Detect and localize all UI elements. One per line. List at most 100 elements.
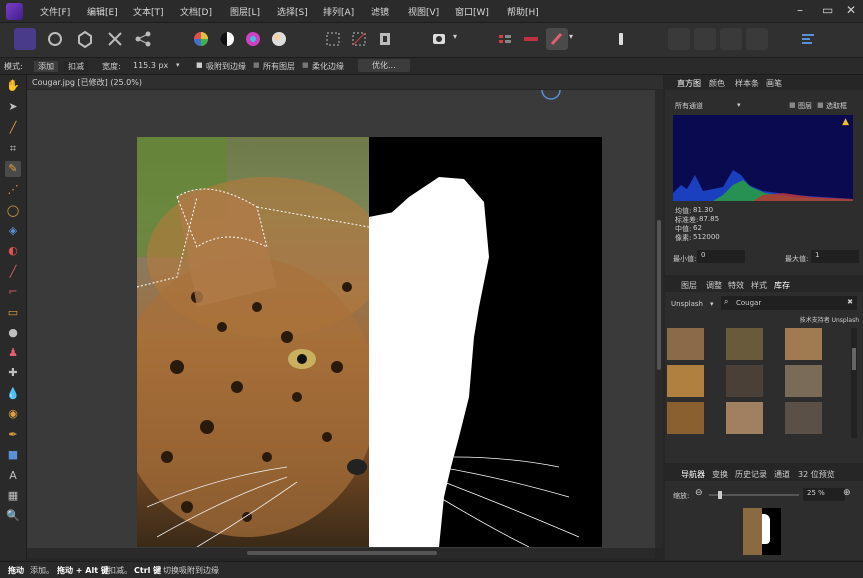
maximize-icon[interactable]: ▭: [822, 3, 833, 17]
chevron-down-icon[interactable]: ▾: [737, 101, 741, 109]
menu-file[interactable]: 文件[F]: [40, 5, 70, 18]
chevron-down-icon[interactable]: ▾: [569, 32, 573, 41]
quick-mask-icon[interactable]: [428, 28, 450, 50]
menu-text[interactable]: 文本[T]: [133, 5, 164, 18]
hand-tool-icon[interactable]: ✋: [5, 78, 21, 94]
black-white-icon[interactable]: [216, 28, 238, 50]
tone-mapping-persona-icon[interactable]: [104, 28, 126, 50]
tab-brushes[interactable]: 画笔: [766, 78, 782, 89]
mode-add-button[interactable]: 添加: [34, 61, 58, 72]
tab-styles[interactable]: 样式: [751, 280, 767, 291]
selection-brush-tool-icon[interactable]: ✎: [5, 161, 21, 177]
pen-tool-icon[interactable]: ✒: [5, 427, 21, 443]
channel-select[interactable]: 所有通道: [675, 101, 703, 111]
snap-edges-checkbox[interactable]: ■: [196, 61, 203, 69]
tab-effects[interactable]: 特效: [728, 280, 744, 291]
deselect-icon[interactable]: [348, 28, 370, 50]
menu-filters[interactable]: 滤镜: [371, 5, 389, 18]
stock-thumbnail[interactable]: [785, 328, 822, 360]
document-tab[interactable]: Cougar.jpg [已修改] (25.0%): [27, 75, 663, 89]
zoom-slider-thumb[interactable]: [718, 491, 722, 499]
stock-thumbnail[interactable]: [785, 365, 822, 397]
menu-arrange[interactable]: 排列[A]: [323, 5, 354, 18]
stock-source-select[interactable]: Unsplash: [671, 300, 703, 308]
liquify-persona-icon[interactable]: [44, 28, 66, 50]
tab-stock[interactable]: 库存: [774, 280, 790, 291]
stock-scrollbar[interactable]: [851, 328, 857, 438]
horizontal-scroll-thumb[interactable]: [247, 551, 437, 555]
brush-mode-icon[interactable]: [546, 28, 568, 50]
shape-tool-icon[interactable]: ■: [5, 447, 21, 463]
menu-window[interactable]: 窗口[W]: [455, 5, 489, 18]
chevron-down-icon[interactable]: ▾: [176, 61, 180, 69]
layer-checkbox[interactable]: ■: [789, 101, 796, 109]
tab-32bit-preview[interactable]: 32 位预览: [798, 469, 835, 480]
paint-brush-tool-icon[interactable]: ╱: [5, 264, 21, 280]
marquee-select-icon[interactable]: [322, 28, 344, 50]
vertical-scrollbar[interactable]: [655, 90, 663, 548]
refine-button[interactable]: 优化...: [358, 59, 410, 72]
horizontal-scrollbar[interactable]: [27, 548, 655, 558]
color-wheel-icon[interactable]: [190, 28, 212, 50]
close-icon[interactable]: ✕: [846, 3, 856, 17]
stock-thumbnail[interactable]: [785, 402, 822, 434]
red-eye-tool-icon[interactable]: ◉: [5, 406, 21, 422]
gradient-tool-icon[interactable]: ◐: [5, 243, 21, 259]
stock-search-input[interactable]: Cougar: [736, 299, 761, 307]
cougar-photo[interactable]: [137, 137, 602, 547]
tab-layers[interactable]: 图层: [681, 280, 697, 291]
minimize-icon[interactable]: –: [797, 3, 803, 17]
zoom-slider[interactable]: [709, 491, 799, 499]
freehand-select-tool-icon[interactable]: ◯: [5, 203, 21, 219]
channel-toggle-icon[interactable]: [520, 28, 542, 50]
hsl-icon[interactable]: [242, 28, 264, 50]
studio-panel-icon[interactable]: [797, 28, 819, 50]
tab-history[interactable]: 历史记录: [735, 469, 767, 480]
tab-adjustments[interactable]: 调整: [706, 280, 722, 291]
invert-selection-icon[interactable]: [374, 28, 396, 50]
pixel-tool-icon[interactable]: ⌐: [5, 284, 21, 300]
erase-tool-icon[interactable]: ▭: [5, 305, 21, 321]
color-picker-tool-icon[interactable]: ╱: [5, 120, 21, 136]
stock-thumbnail[interactable]: [667, 402, 704, 434]
stock-thumbnail[interactable]: [667, 365, 704, 397]
fill-tool-icon[interactable]: ◈: [5, 223, 21, 239]
menu-layer[interactable]: 图层[L]: [230, 5, 260, 18]
min-input[interactable]: 0: [697, 250, 745, 263]
navigator-preview[interactable]: [743, 508, 781, 555]
menu-help[interactable]: 帮助[H]: [507, 5, 539, 18]
tab-navigator[interactable]: 导航器: [681, 469, 705, 480]
crop-tool-icon[interactable]: ⌗: [5, 141, 21, 157]
vertical-scroll-thumb[interactable]: [657, 220, 661, 370]
stock-thumbnail[interactable]: [726, 402, 763, 434]
dodge-tool-icon[interactable]: ●: [5, 325, 21, 341]
rgb-channel-icon[interactable]: [494, 28, 516, 50]
flood-select-tool-icon[interactable]: ⋰: [5, 182, 21, 198]
stock-thumbnail[interactable]: [726, 365, 763, 397]
develop-persona-icon[interactable]: [74, 28, 96, 50]
zoom-in-icon[interactable]: ⊕: [843, 488, 851, 498]
white-balance-icon[interactable]: [268, 28, 290, 50]
menu-edit[interactable]: 编辑[E]: [87, 5, 118, 18]
stock-thumbnail[interactable]: [726, 328, 763, 360]
chevron-down-icon[interactable]: ▾: [453, 32, 457, 41]
zoom-out-icon[interactable]: ⊖: [695, 488, 703, 498]
selection-checkbox[interactable]: ■: [817, 101, 824, 109]
stock-credit[interactable]: 技术支持者 Unsplash: [800, 315, 859, 324]
assistant-icon[interactable]: [610, 28, 632, 50]
mesh-warp-tool-icon[interactable]: ▦: [5, 488, 21, 504]
healing-tool-icon[interactable]: ✚: [5, 365, 21, 381]
tab-channels[interactable]: 通道: [774, 469, 790, 480]
clear-search-icon[interactable]: ✖: [847, 298, 853, 306]
photo-persona-icon[interactable]: [14, 28, 36, 50]
export-persona-icon[interactable]: [132, 28, 154, 50]
menu-document[interactable]: 文档[D]: [180, 5, 212, 18]
soften-edges-checkbox[interactable]: ■: [302, 61, 309, 69]
chevron-down-icon[interactable]: ▾: [710, 300, 714, 308]
clone-tool-icon[interactable]: ♟: [5, 345, 21, 361]
tab-transform[interactable]: 变换: [712, 469, 728, 480]
blur-tool-icon[interactable]: 💧: [5, 386, 21, 402]
text-tool-icon[interactable]: A: [5, 468, 21, 484]
move-tool-icon[interactable]: ➤: [5, 99, 21, 115]
max-input[interactable]: 1: [811, 250, 859, 263]
